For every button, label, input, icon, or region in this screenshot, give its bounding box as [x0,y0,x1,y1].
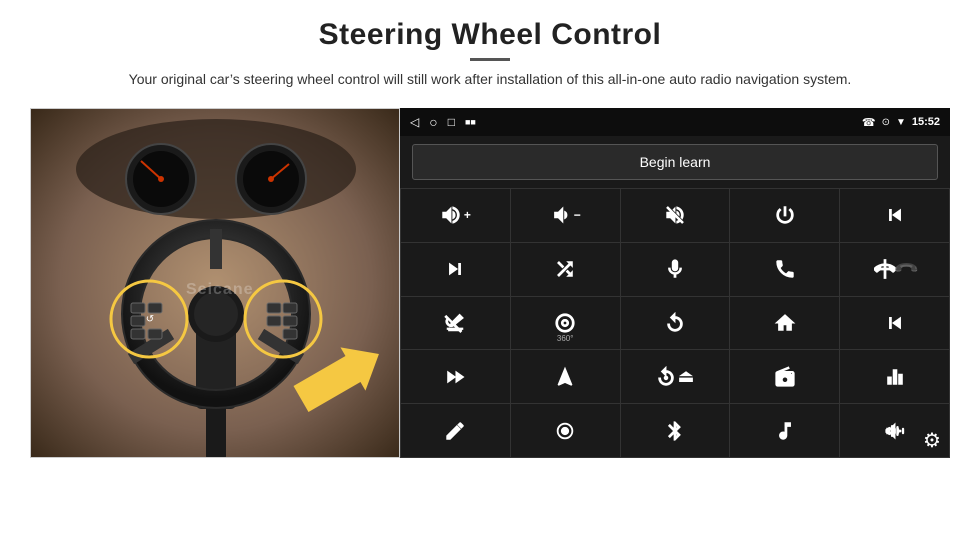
prev-track-button[interactable] [840,189,949,242]
nav-back-icon[interactable]: ◁ [410,115,419,129]
home-button[interactable] [730,297,839,350]
car-illustration: ↺ Seicane [31,109,400,458]
settings-button[interactable]: ⚙ [918,426,946,454]
microphone-button[interactable] [621,243,730,296]
fast-forward-button[interactable] [401,350,510,403]
status-bar: ◁ ○ □ ■■ ☎ ⊙ ▼ 15:52 [400,108,950,136]
begin-learn-row: Begin learn [400,136,950,188]
hang-up-button[interactable]: 📞 [840,243,949,296]
car-image-area: ↺ Seicane [30,108,400,458]
camera-off-button[interactable] [401,297,510,350]
bluetooth-button[interactable] [621,404,730,457]
vol-down-button[interactable]: − [511,189,620,242]
skip-start-button[interactable] [840,297,949,350]
svg-text:↺: ↺ [146,314,154,325]
status-left: ◁ ○ □ ■■ [410,114,476,130]
navigate-button[interactable] [511,350,620,403]
phone-status-icon: ☎ [862,116,876,129]
equalizer-button[interactable] [840,350,949,403]
page-container: Steering Wheel Control Your original car… [0,0,980,547]
power-button[interactable] [730,189,839,242]
time-display: 15:52 [912,116,940,128]
android-panel: ◁ ○ □ ■■ ☎ ⊙ ▼ 15:52 Begin learn [400,108,950,458]
controls-grid: + − [400,188,950,458]
begin-learn-button[interactable]: Begin learn [412,144,938,180]
gear-icon: ⚙ [923,428,941,453]
location-status-icon: ⊙ [882,117,890,128]
svg-text:Seicane: Seicane [186,281,253,298]
music-button[interactable] [730,404,839,457]
title-divider [470,58,510,61]
mute-button[interactable] [621,189,730,242]
next-track-button[interactable] [401,243,510,296]
nav-square-icon[interactable]: □ [448,115,455,129]
phone-button[interactable] [730,243,839,296]
page-title: Steering Wheel Control [129,18,852,52]
page-subtitle: Your original car’s steering wheel contr… [129,69,852,90]
360-view-button[interactable]: 360° [511,297,620,350]
wifi-status-icon: ▼ [896,117,906,128]
content-area: ↺ Seicane [30,108,950,458]
edit-button[interactable] [401,404,510,457]
title-section: Steering Wheel Control Your original car… [129,18,852,102]
status-right: ☎ ⊙ ▼ 15:52 [862,116,940,129]
shuffle-button[interactable] [511,243,620,296]
record-button[interactable] [511,404,620,457]
nav-home-icon[interactable]: ○ [429,114,437,130]
undo-button[interactable] [621,297,730,350]
vol-up-button[interactable]: + [401,189,510,242]
source-button[interactable]: ⏏ [621,350,730,403]
radio-button[interactable] [730,350,839,403]
signal-icon: ■■ [465,117,476,127]
